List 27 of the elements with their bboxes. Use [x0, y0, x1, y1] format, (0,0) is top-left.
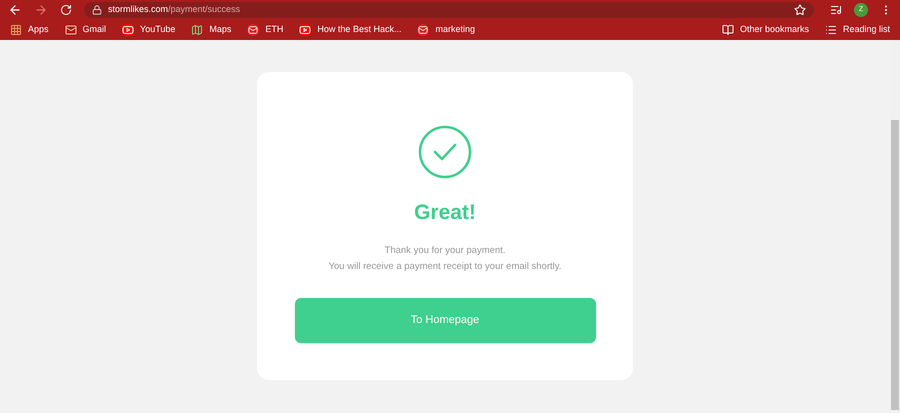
mail-icon [247, 24, 260, 36]
play-icon [122, 24, 134, 36]
bookmark-item[interactable]: How the Best Hack... [293, 20, 408, 40]
bookmark-item[interactable]: marketing [411, 20, 481, 40]
play-icon [299, 24, 312, 36]
bookmark-item[interactable]: Apps [4, 20, 55, 40]
url-text: stormlikes.com/payment/success [108, 3, 240, 16]
apps-grid-icon [10, 24, 22, 36]
back-icon[interactable] [8, 3, 22, 17]
bookmark-item[interactable]: Other bookmarks [716, 20, 815, 40]
check-circle-icon [418, 125, 472, 179]
reload-icon[interactable] [60, 4, 72, 16]
address-bar[interactable]: stormlikes.com/payment/success [84, 2, 814, 18]
bookmark-item[interactable]: Reading list [818, 20, 896, 40]
mail-icon [417, 24, 430, 36]
star-icon[interactable] [794, 4, 806, 16]
mail-icon [64, 24, 77, 36]
bookmark-item[interactable]: YouTube [116, 20, 182, 40]
bookmark-item[interactable]: Gmail [58, 20, 112, 40]
map-icon [191, 24, 204, 36]
lock-icon [92, 5, 102, 15]
success-message: Thank you for your payment. You will receive a payment receipt to your email shortly. [328, 244, 562, 274]
bookmark-item[interactable]: Maps [185, 20, 238, 40]
success-title: Great! [414, 200, 476, 226]
media-icon[interactable] [830, 4, 842, 16]
bookmark-item[interactable]: ETH [241, 20, 290, 40]
book-icon [722, 24, 734, 36]
